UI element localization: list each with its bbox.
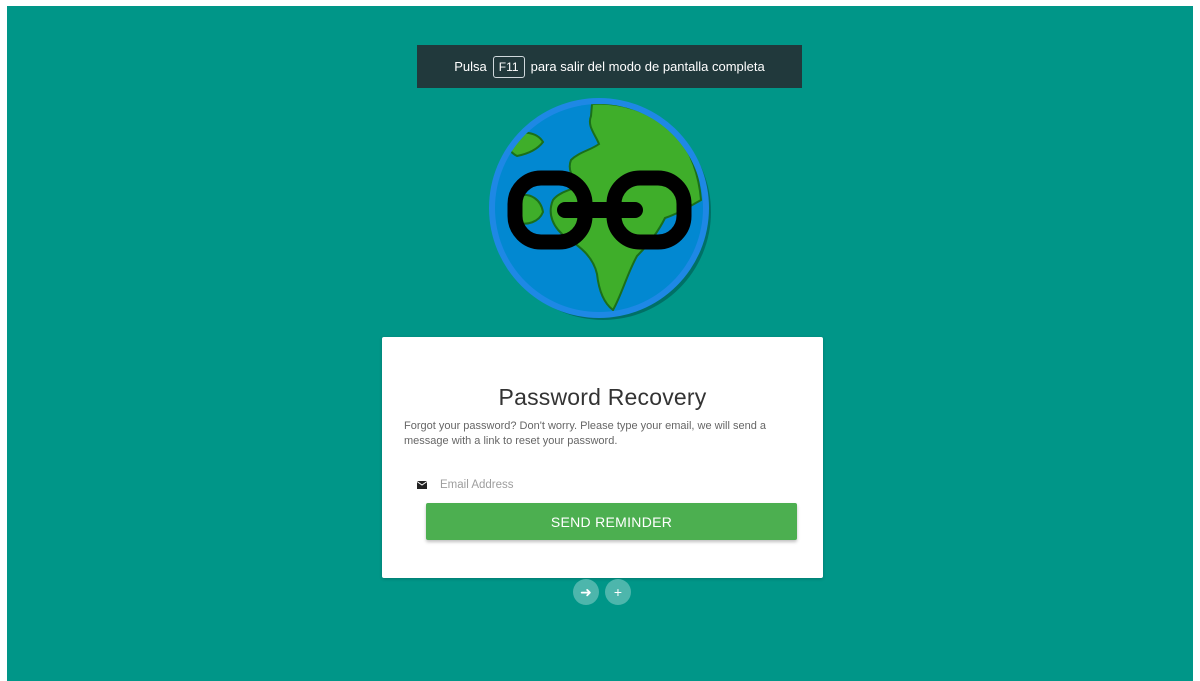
page-background: Pulsa F11 para salir del modo de pantall…	[7, 6, 1193, 681]
login-link-button[interactable]: ➜	[573, 579, 599, 605]
fullscreen-notice: Pulsa F11 para salir del modo de pantall…	[417, 45, 802, 88]
register-link-button[interactable]: +	[605, 579, 631, 605]
recovery-description: Forgot your password? Don't worry. Pleas…	[404, 420, 766, 447]
mail-icon	[416, 481, 428, 489]
page-title: Password Recovery	[498, 384, 707, 410]
fullscreen-notice-suffix: para salir del modo de pantalla completa	[530, 59, 765, 74]
plus-icon: +	[613, 584, 623, 600]
email-input[interactable]	[440, 479, 770, 491]
send-reminder-button[interactable]: SEND REMINDER	[426, 503, 797, 540]
email-field-row	[416, 475, 796, 495]
globe-chain-icon	[489, 98, 711, 320]
f11-key-badge: F11	[492, 55, 525, 78]
password-recovery-card: Password Recovery Forgot your password? …	[382, 337, 823, 578]
fullscreen-notice-prefix: Pulsa	[454, 59, 487, 74]
arrow-right-icon: ➜	[580, 583, 592, 600]
